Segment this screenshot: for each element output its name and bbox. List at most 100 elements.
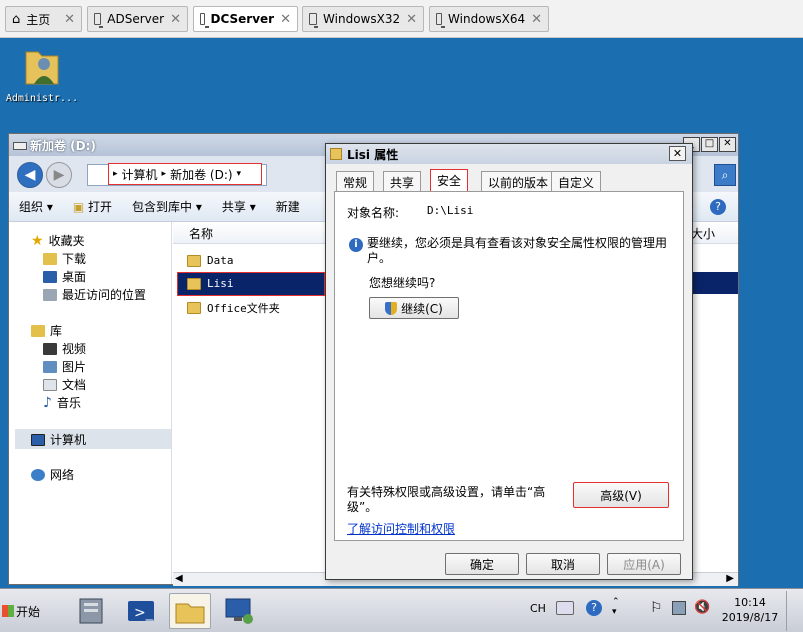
close-icon[interactable]: ✕ [531,12,542,27]
info-icon: i [349,238,363,252]
column-size[interactable]: 大小 [691,225,715,242]
clock-time: 10:14 [734,596,766,609]
tab-security[interactable]: 安全 [430,169,469,191]
server-manager-icon[interactable] [72,593,110,629]
star-icon: ★ [31,232,44,249]
folder-icon [187,302,201,314]
user-folder-icon [25,51,59,85]
breadcrumb-volume[interactable]: 新加卷 (D:) [170,166,232,183]
tab-sharing[interactable]: 共享 [383,171,422,191]
continue-question: 您想继续吗? [369,276,436,290]
documents-icon [43,378,57,391]
dialog-title-bar: Lisi 属性 [326,144,692,164]
access-control-link[interactable]: 了解访问控制和权限 [347,520,455,537]
share-button[interactable]: 共享 ▾ [212,198,266,215]
nav-videos[interactable]: 视频 [43,340,86,357]
dialog-close-button[interactable]: ✕ [669,146,686,161]
clock[interactable]: 10:14 2019/8/17 [718,595,782,625]
close-icon[interactable]: ✕ [280,12,291,27]
tab-label: WindowsX64 [448,12,526,26]
tab-windowsx32[interactable]: WindowsX32 ✕ [302,6,424,32]
keyboard-icon[interactable] [556,601,574,615]
nav-desktop[interactable]: 桌面 [43,268,86,285]
desktop-icon-administrator[interactable]: Administr... [4,42,80,104]
tab-general[interactable]: 常规 [336,171,375,191]
start-button[interactable]: 开始 [2,598,50,624]
network-icon [31,468,45,481]
remote-desktop-icon[interactable] [220,593,258,629]
search-button[interactable]: ⌕ [714,164,736,186]
language-indicator[interactable]: CH [530,602,546,615]
list-item[interactable]: Data [187,254,234,267]
close-icon[interactable]: ✕ [170,12,181,27]
cancel-button[interactable]: 取消 [526,553,600,575]
nav-network[interactable]: 网络 [31,466,74,483]
new-button[interactable]: 新建 [266,198,310,215]
close-button[interactable]: ✕ [719,137,736,152]
volume-muted-icon[interactable]: 🔇 [694,600,710,615]
nav-music[interactable]: ♪ 音乐 [43,394,81,411]
clock-date: 2019/8/17 [721,611,779,624]
object-name-value: D:\Lisi [427,204,474,217]
include-library-button[interactable]: 包含到库中 ▾ [122,198,212,215]
advanced-hint: 有关特殊权限或高级设置，请单击“高级”。 [347,485,546,514]
powershell-icon[interactable]: >_ [122,593,160,629]
ok-button[interactable]: 确定 [445,553,519,575]
computer-icon [31,433,45,446]
forward-button[interactable]: ▶ [46,162,72,188]
maximize-button[interactable]: □ [701,137,718,152]
monitor-icon [436,13,446,28]
back-button[interactable]: ◀ [17,162,43,188]
options-icon[interactable]: ⌃ ▾ [612,597,620,617]
nav-downloads[interactable]: 下载 [43,250,86,267]
breadcrumb[interactable]: ▸ 计算机 ▸ 新加卷 (D:) ▾ [108,163,262,185]
list-item[interactable]: Office文件夹 [187,300,280,316]
nav-computer[interactable]: 计算机 [31,431,86,448]
security-panel: 对象名称: D:\Lisi i 要继续，您必须是具有查看该对象安全属性权限的管理… [334,191,684,541]
desktop-icon-label: Administr... [5,93,79,104]
chevron-down-icon[interactable]: ▾ [237,169,242,179]
folder-icon [187,254,201,267]
organize-button[interactable]: 组织 ▾ [9,198,63,215]
nav-documents[interactable]: 文档 [43,376,86,393]
nav-recent[interactable]: 最近访问的位置 [43,286,146,303]
close-icon[interactable]: ✕ [406,12,417,27]
nav-favorites[interactable]: ★ 收藏夹 [31,232,85,249]
tab-windowsx64[interactable]: WindowsX64 ✕ [429,6,549,32]
tab-dcserver[interactable]: DCServer ✕ [193,6,298,32]
tab-customize[interactable]: 自定义 [551,171,602,191]
close-icon[interactable]: ✕ [64,12,75,27]
music-icon: ♪ [43,394,52,411]
tab-previous-versions[interactable]: 以前的版本 [481,171,556,191]
help-icon[interactable]: ? [586,600,602,616]
info-text: 要继续，您必须是具有查看该对象安全属性权限的管理用户。 [367,236,668,265]
continue-button[interactable]: 继续(C) [369,297,459,319]
object-name-label: 对象名称: [347,206,400,220]
explorer-taskbar-icon[interactable] [169,593,211,629]
navigation-pane: ★ 收藏夹 下载 桌面 最近访问的位置 库 视频 图片 文档 ♪音乐 计算机 [9,222,172,584]
help-icon[interactable]: ? [710,198,726,215]
svg-text:>_: >_ [134,605,154,621]
desktop-icon [43,270,57,283]
library-icon [31,324,45,337]
nav-libraries[interactable]: 库 [31,322,62,339]
list-item[interactable]: Lisi [187,277,234,290]
advanced-button[interactable]: 高级(V) [573,482,669,508]
network-tray-icon[interactable] [672,601,686,615]
open-button[interactable]: ▣ 打开 [63,198,122,215]
host-tab-bar: ⌂ 主页 ✕ ADServer ✕ DCServer ✕ WindowsX32 … [0,0,803,38]
flag-icon[interactable]: ⚐ [650,600,663,616]
open-icon: ▣ [72,200,85,214]
tab-label: 主页 [26,12,51,27]
breadcrumb-computer[interactable]: 计算机 [122,166,158,183]
recent-places-icon [43,288,57,301]
show-desktop-button[interactable] [786,591,801,631]
tab-adserver[interactable]: ADServer ✕ [87,6,188,32]
monitor-icon [200,13,209,28]
nav-pictures[interactable]: 图片 [43,358,86,375]
apply-button[interactable]: 应用(A) [607,553,681,575]
tab-home[interactable]: ⌂ 主页 ✕ [5,6,82,32]
column-name[interactable]: 名称 [189,225,213,242]
drive-icon [13,142,27,150]
downloads-icon [43,252,57,265]
